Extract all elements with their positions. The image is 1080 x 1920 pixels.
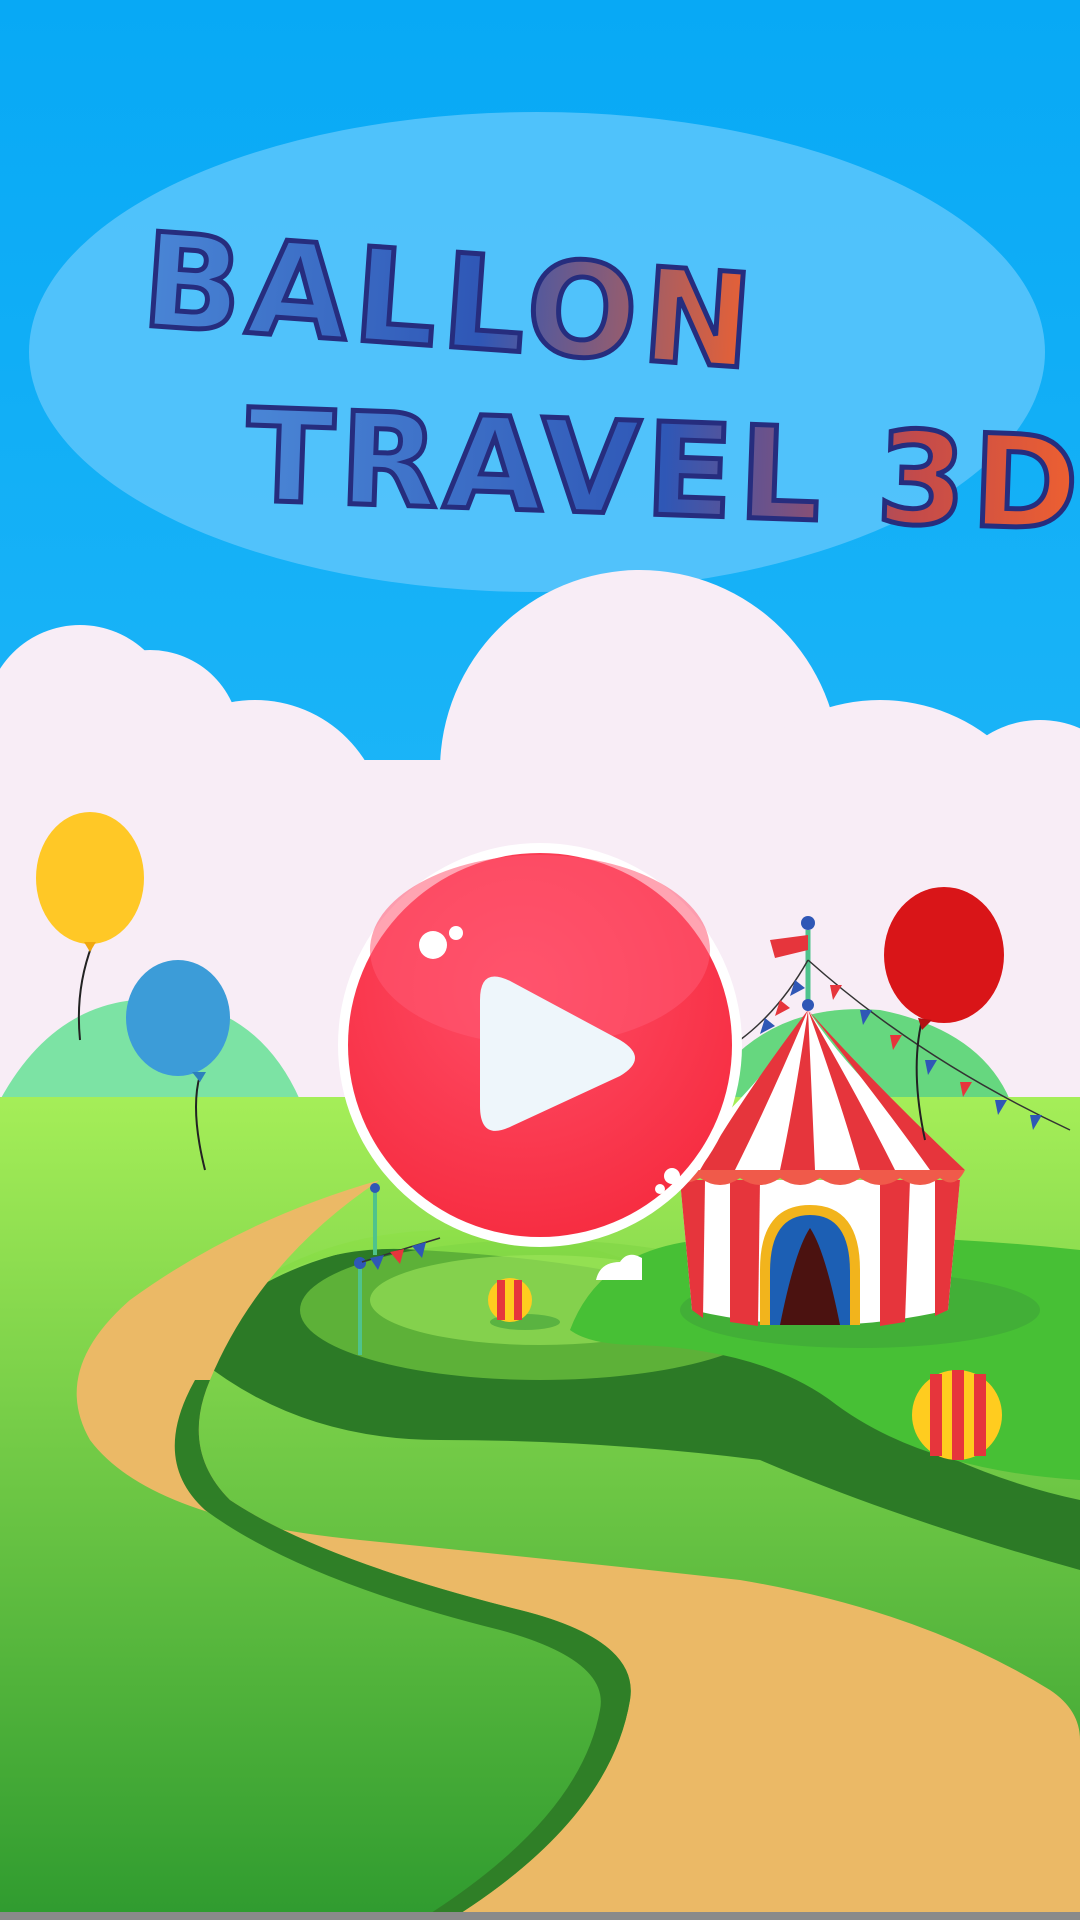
large-circus-ball <box>912 1370 1002 1460</box>
game-title-line2: TRAVEL 3D <box>244 382 1080 560</box>
bottom-edge <box>0 1912 1080 1920</box>
play-button-hitarea[interactable] <box>340 845 740 1245</box>
game-start-screen: BALLON TRAVEL 3D <box>0 0 1080 1920</box>
